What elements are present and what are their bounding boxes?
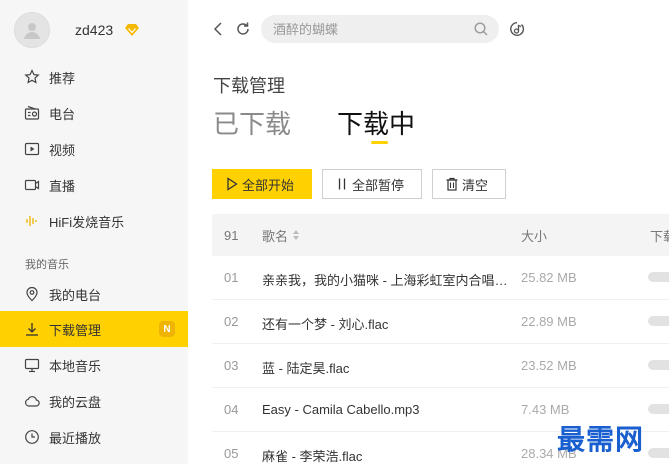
table-row[interactable]: 01 亲亲我，我的小猫咪 - 上海彩虹室内合唱团.flac 25.82 MB xyxy=(212,256,669,300)
track-name[interactable]: 还有一个梦 - 刘心.flac xyxy=(262,314,510,333)
sidebar-item-download-manager[interactable]: 下载管理 N xyxy=(0,311,188,347)
sidebar-item-label: 电台 xyxy=(49,106,76,122)
sidebar-item-recommend[interactable]: 推荐 xyxy=(0,59,188,95)
sidebar-item-local-music[interactable]: 本地音乐 xyxy=(0,347,188,383)
avatar[interactable] xyxy=(14,12,50,48)
column-header-progress: 下载进度 xyxy=(650,228,669,244)
sort-icon xyxy=(293,230,300,240)
page-title: 下载管理 xyxy=(213,76,285,96)
top-bar xyxy=(188,0,669,58)
sidebar-item-label: 我的云盘 xyxy=(49,394,102,410)
start-all-label: 全部开始 xyxy=(242,177,295,193)
pause-all-label: 全部暂停 xyxy=(352,177,405,193)
main-content: 下载管理 已下载 下载中 全部开始 全部暂停 清空 91 歌名 大小 下载进度 … xyxy=(188,0,669,464)
section-label-my-music: 我的音乐 xyxy=(25,259,69,271)
live-icon xyxy=(24,177,40,193)
track-number: 02 xyxy=(224,314,239,329)
watermark: 最需网 xyxy=(557,423,645,456)
trash-icon xyxy=(445,177,459,191)
start-all-button[interactable]: 全部开始 xyxy=(212,169,312,199)
progress-bar xyxy=(648,360,669,370)
track-count: 91 xyxy=(224,227,239,243)
sort-by-name[interactable]: 歌名 xyxy=(262,226,300,245)
tab-downloaded[interactable]: 已下载 xyxy=(213,104,291,141)
sidebar-item-label: 本地音乐 xyxy=(49,358,102,374)
track-number: 01 xyxy=(224,270,239,285)
sidebar-item-cloud[interactable]: 我的云盘 xyxy=(0,383,188,419)
progress-bar xyxy=(648,272,669,282)
pause-all-button[interactable]: 全部暂停 xyxy=(322,169,422,199)
file-size: 25.82 MB xyxy=(521,270,577,285)
column-header-name: 歌名 xyxy=(262,228,289,244)
file-size: 22.89 MB xyxy=(521,314,577,329)
sidebar-item-my-radio[interactable]: 我的电台 xyxy=(0,276,188,312)
sidebar-item-hifi[interactable]: HiFi发烧音乐 xyxy=(0,203,188,239)
progress-bar xyxy=(648,448,669,458)
progress-bar xyxy=(648,404,669,414)
search-input[interactable] xyxy=(273,21,463,37)
column-header-size: 大小 xyxy=(521,228,548,244)
radio-icon xyxy=(24,105,40,121)
track-number: 03 xyxy=(224,358,239,373)
clear-button[interactable]: 清空 xyxy=(432,169,506,199)
track-name[interactable]: 麻雀 - 李荣浩.flac xyxy=(262,446,510,464)
track-name[interactable]: 亲亲我，我的小猫咪 - 上海彩虹室内合唱团.flac xyxy=(262,270,510,289)
monitor-icon xyxy=(24,357,40,373)
pause-icon xyxy=(335,177,349,191)
sidebar-item-label: 直播 xyxy=(49,178,76,194)
chevron-left-icon xyxy=(213,22,222,36)
sidebar-item-label: HiFi发烧音乐 xyxy=(49,214,125,230)
video-icon xyxy=(24,141,40,157)
table-row[interactable]: 03 蓝 - 陆定昊.flac 23.52 MB xyxy=(212,344,669,388)
vip-diamond-icon[interactable] xyxy=(125,24,140,36)
download-icon xyxy=(24,321,40,337)
cloud-icon xyxy=(24,393,40,409)
clock-icon xyxy=(24,429,40,445)
track-number: 05 xyxy=(224,446,239,461)
sidebar-item-label: 最近播放 xyxy=(49,430,102,446)
location-icon xyxy=(24,286,40,302)
sidebar: zd423 推荐 电台 视频 直播 HiFi发烧音乐 我的音乐 我的电台 下载管… xyxy=(0,0,188,464)
sidebar-item-recent[interactable]: 最近播放 xyxy=(0,419,188,455)
play-icon xyxy=(225,177,239,191)
user-profile[interactable]: zd423 xyxy=(14,12,184,48)
sidebar-item-label: 推荐 xyxy=(49,70,76,86)
sidebar-item-radio[interactable]: 电台 xyxy=(0,95,188,131)
username[interactable]: zd423 xyxy=(75,22,113,38)
back-button[interactable] xyxy=(209,20,227,38)
table-row[interactable]: 02 还有一个梦 - 刘心.flac 22.89 MB xyxy=(212,300,669,344)
active-tab-indicator xyxy=(371,141,388,144)
sidebar-item-label: 视频 xyxy=(49,142,76,158)
sidebar-item-label: 下载管理 xyxy=(49,322,102,338)
star-icon xyxy=(24,69,40,85)
refresh-icon xyxy=(237,22,249,35)
tab-downloading[interactable]: 下载中 xyxy=(337,104,415,141)
new-badge: N xyxy=(159,321,175,337)
progress-bar xyxy=(648,316,669,326)
sidebar-item-video[interactable]: 视频 xyxy=(0,131,188,167)
search-box[interactable] xyxy=(261,15,499,43)
music-recognition-icon xyxy=(510,22,525,36)
music-recognition-button[interactable] xyxy=(508,20,526,38)
track-number: 04 xyxy=(224,402,239,417)
sidebar-item-label: 我的电台 xyxy=(49,287,102,303)
search-icon[interactable] xyxy=(473,21,489,37)
clear-label: 清空 xyxy=(462,177,489,193)
table-header: 91 歌名 大小 下载进度 xyxy=(212,214,669,256)
hifi-icon xyxy=(24,213,40,229)
file-size: 7.43 MB xyxy=(521,402,570,417)
sidebar-item-live[interactable]: 直播 xyxy=(0,167,188,203)
refresh-button[interactable] xyxy=(234,20,252,38)
track-name[interactable]: Easy - Camila Cabello.mp3 xyxy=(262,402,510,417)
track-name[interactable]: 蓝 - 陆定昊.flac xyxy=(262,358,510,377)
file-size: 23.52 MB xyxy=(521,358,577,373)
